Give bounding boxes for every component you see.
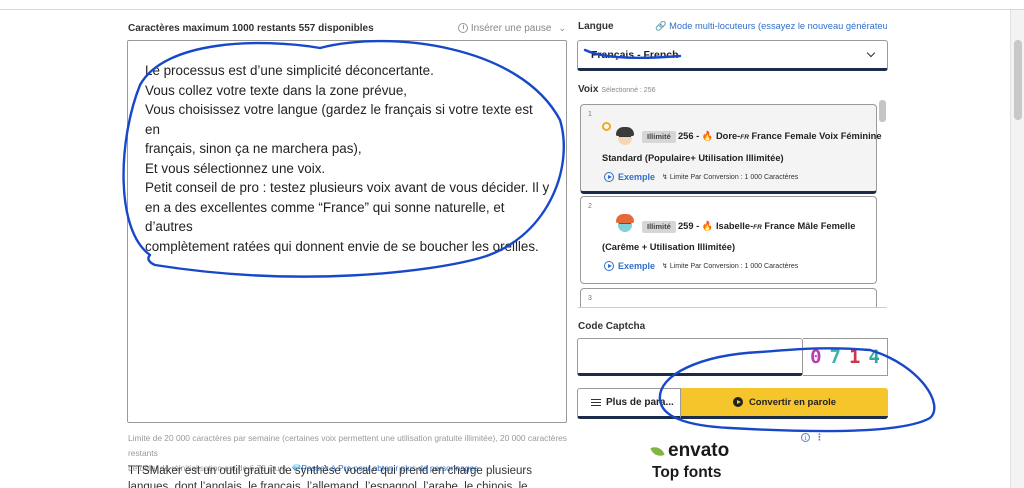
voice-limit: ↯ Limite Par Conversion : 1 000 Caractèr… [662,263,799,270]
char-count: Caractères maximum 1000 restants 557 dis… [128,22,374,34]
limit-note: Limite de 20 000 caractères par semaine … [128,433,567,458]
ad-menu-icon[interactable]: ⋮ [815,432,824,443]
voices-title: Voix [578,84,599,95]
voice-index: 2 [588,203,592,210]
avatar-icon [614,213,636,235]
ad-info-icon[interactable]: i [801,433,810,442]
play-circle-icon [732,397,743,407]
language-label: Langue [578,21,614,32]
chevron-down-icon [866,48,876,58]
captcha-char: 4 [868,346,880,368]
editor-header: Caractères maximum 1000 restants 557 dis… [128,20,566,36]
text-line: Vous collez votre texte dans la zone pré… [145,82,408,98]
clock-icon [457,23,468,33]
insert-pause-label: Insérer une pause [470,22,552,34]
flag-fr: FR [740,134,749,141]
multi-speaker-link[interactable]: 🔗 Mode multi-locuteurs (essayez le nouve… [655,21,887,32]
fire-icon: 🔥 [701,131,714,141]
fire-icon: 🔥 [701,221,714,231]
play-icon[interactable] [604,172,614,182]
envato-leaf-icon [651,444,665,458]
play-icon[interactable] [604,261,614,271]
captcha-image[interactable]: 0 7 1 4 [803,338,888,376]
voice-option-256[interactable]: 1 Illimité 256 - 🔥 Dore-FR France Female… [580,104,882,194]
text-line: Le processus est d’une simplicité déconc… [145,63,434,78]
insert-pause-button[interactable]: Insérer une pause ⌄ [457,22,566,34]
page-scrollbar[interactable] [1010,10,1024,488]
scrollbar-thumb[interactable] [1014,40,1022,120]
voice-sample-row: Exemple ↯ Limite Par Conversion : 1 000 … [604,172,798,182]
voices-label: Voix Sélectionné : 256 [578,84,656,95]
more-settings-button[interactable]: Plus de para... [577,388,681,419]
voice-list-scrollbar[interactable] [879,100,886,122]
more-settings-label: Plus de para... [606,397,674,408]
voice-option-3[interactable]: 3 [580,288,877,307]
convert-button[interactable]: Convertir en parole [681,388,888,419]
text-line: Petit conseil de pro : testez plusieurs … [145,180,550,195]
chevron-down-icon: ⌄ [558,22,566,33]
voice-list[interactable]: 1 Illimité 256 - 🔥 Dore-FR France Female… [578,98,887,308]
convert-label: Convertir en parole [748,396,837,408]
sample-button[interactable]: Exemple [618,172,655,182]
text-line: complètement ratées qui donnent envie de… [145,238,539,254]
envato-logo[interactable]: envato [651,440,729,462]
description: TTSMaker est un outil gratuit de synthès… [128,465,532,488]
text-input[interactable]: Le processus est d’une simplicité déconc… [127,40,567,423]
sliders-icon [591,398,601,407]
text-line: français, sinon ça ne marchera pas), [145,141,362,156]
avatar-icon [614,126,636,148]
text-line: Vous choisissez votre langue (gardez le … [145,102,537,137]
voice-index: 1 [588,111,592,118]
captcha-char: 0 [810,346,822,368]
language-selected: Français - French [591,48,679,61]
top-bar [0,0,1024,10]
voice-subtitle: (Carême + Utilisation Illimitée) [602,242,736,252]
voice-subtitle: Standard (Populaire+ Utilisation Illimit… [602,153,784,163]
voices-selected-count: Sélectionné : 256 [601,87,656,94]
captcha-label: Code Captcha [578,321,646,332]
text-line: en a des excellentes comme “France” qui … [145,199,509,235]
unlimited-badge: Illimité [642,221,676,233]
ad-title[interactable]: Top fonts [652,464,721,482]
voice-index: 3 [588,295,592,302]
voice-title: 259 - 🔥 Isabelle-FR France Mâle Femelle [678,221,856,231]
captcha-char: 7 [829,346,841,368]
unlimited-badge: Illimité [642,131,676,143]
language-select[interactable]: Français - French [577,40,888,71]
captcha-char: 1 [849,346,861,368]
voice-sample-row: Exemple ↯ Limite Par Conversion : 1 000 … [604,261,798,271]
voice-option-259[interactable]: 2 Illimité 259 - 🔥 Isabelle-FR France Mâ… [580,196,877,284]
voice-title: 256 - 🔥 Dore-FR France Female Voix Fémin… [678,131,882,141]
captcha-input[interactable] [577,338,803,376]
voice-limit: ↯ Limite Par Conversion : 1 000 Caractèr… [662,174,799,181]
limit-icon: ↯ [662,263,668,270]
limit-icon: ↯ [662,174,668,181]
flag-fr: FR [753,224,762,231]
radio-selected-icon[interactable] [602,122,611,131]
text-line: Et vous sélectionnez une voix. [145,160,326,176]
sample-button[interactable]: Exemple [618,261,655,271]
envato-brand: envato [668,440,730,461]
